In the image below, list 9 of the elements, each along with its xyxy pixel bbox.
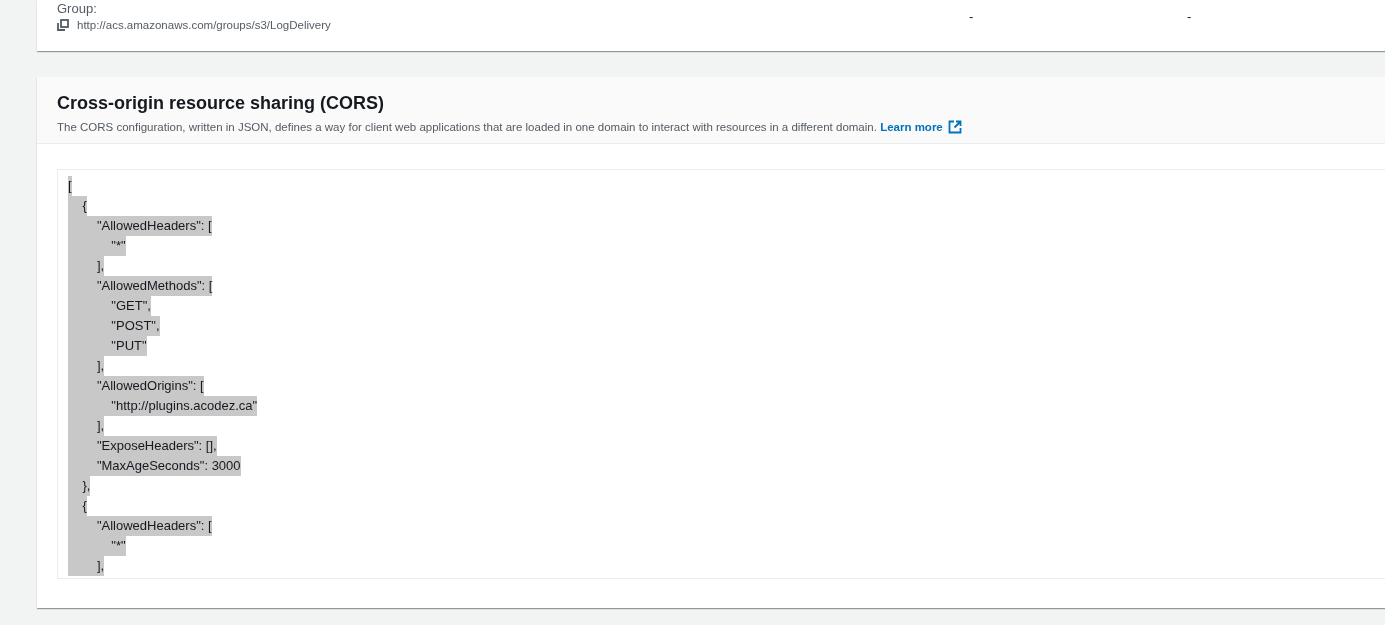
permission-value: - xyxy=(1187,9,1193,26)
external-link-icon xyxy=(947,120,962,134)
grantee-label: Group: xyxy=(57,1,98,17)
section-description: The CORS configuration, written in JSON, defines a way for client web applications that are loaded in one domain to interact with resources in a different domain. Learn more xyxy=(57,120,1385,134)
section-title: Cross-origin resource sharing (CORS) xyxy=(57,92,386,115)
learn-more-link[interactable]: Learn more xyxy=(880,120,962,134)
grantee-uri: http://acs.amazonaws.com/groups/s3/LogDelivery xyxy=(77,19,331,31)
permission-value: - xyxy=(969,9,975,26)
copy-icon[interactable] xyxy=(57,19,69,31)
